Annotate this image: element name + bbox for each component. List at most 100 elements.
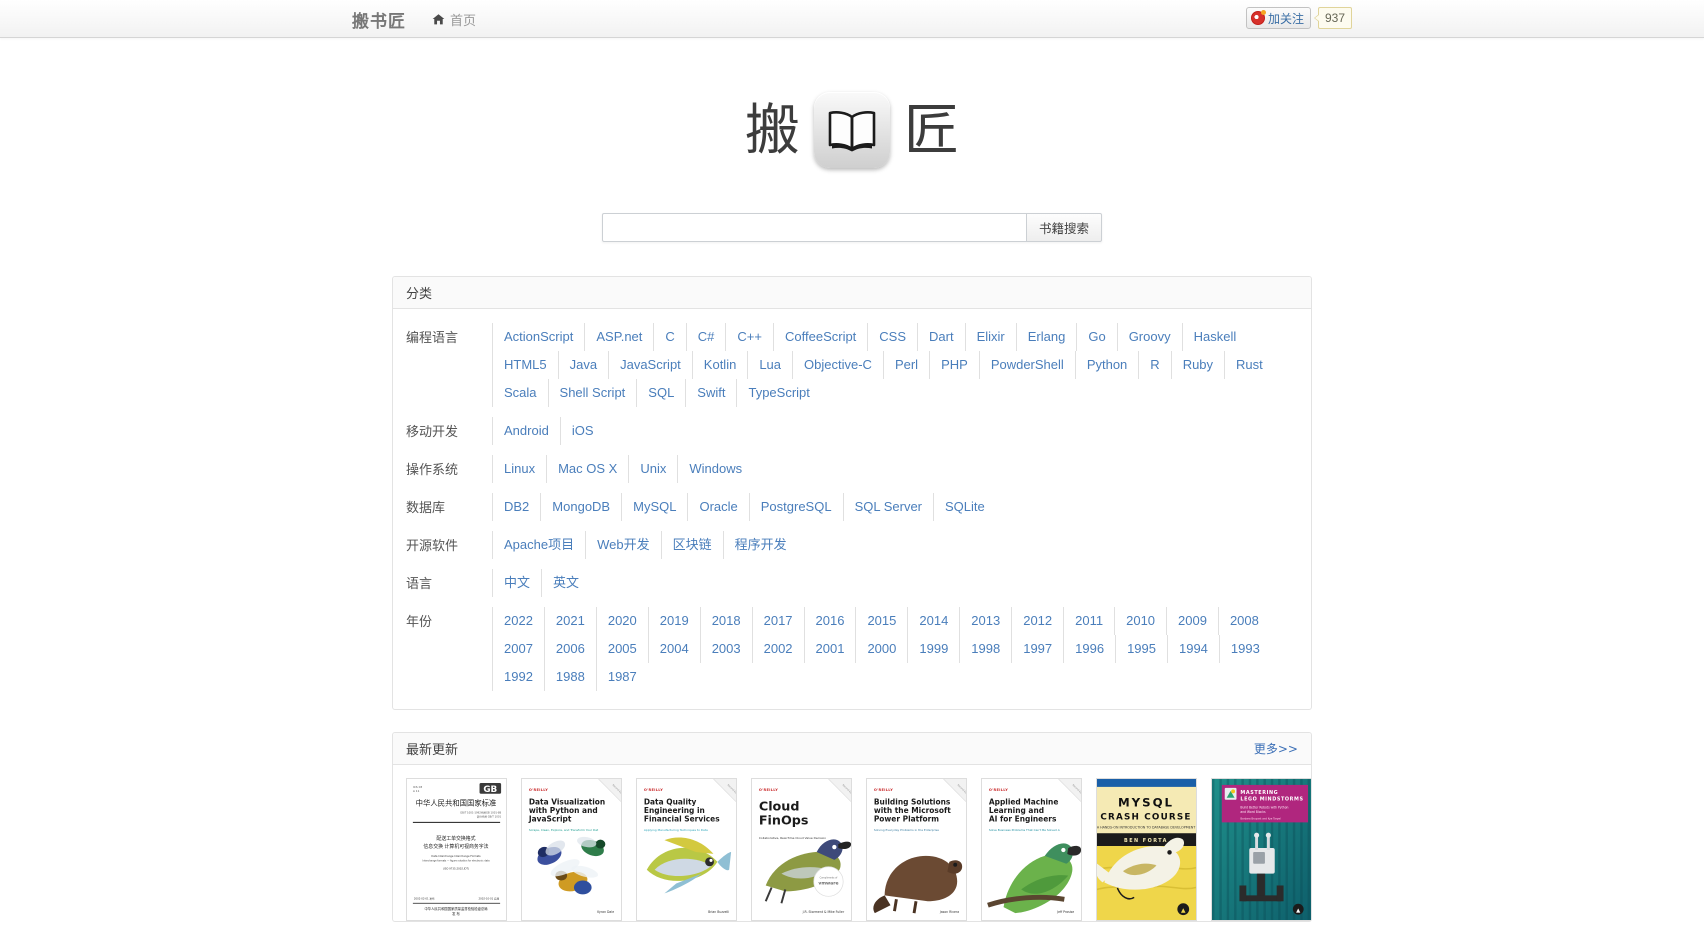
book-cover[interactable]: MASTERING LEGO MINDSTORMS Build Better R… [1211,778,1311,921]
nav-item-home[interactable]: 首页 [432,10,476,29]
category-link[interactable]: ASP.net [584,323,653,351]
category-link[interactable]: MongoDB [540,493,621,521]
weibo-follow-button[interactable]: 加关注 [1245,7,1311,29]
category-link[interactable]: 英文 [541,569,590,597]
category-link[interactable]: 2016 [803,607,856,635]
category-link[interactable]: 2008 [1217,607,1270,635]
category-link[interactable]: PostgreSQL [748,493,843,521]
category-link[interactable]: Scala [492,379,548,407]
category-link[interactable]: Perl [882,351,929,379]
category-link[interactable]: C [653,323,685,351]
category-link[interactable]: Unix [628,455,677,483]
category-link[interactable]: 2018 [699,607,752,635]
category-link[interactable]: SQLite [933,493,996,521]
category-link[interactable]: Groovy [1116,323,1182,351]
latest-updates-more-link[interactable]: 更多>> [1254,740,1298,757]
category-link[interactable]: Swift [685,379,736,407]
category-link[interactable]: 1994 [1166,635,1219,663]
category-link[interactable]: 2010 [1114,607,1166,635]
book-cover[interactable]: O'REILLY Second Edition Building Solutio… [866,778,967,921]
category-link[interactable]: 2000 [855,635,907,663]
category-link[interactable]: SQL Server [842,493,933,521]
category-link[interactable]: 2015 [855,607,907,635]
category-link[interactable]: 2011 [1063,607,1114,635]
category-link[interactable]: 2007 [492,635,544,663]
category-link[interactable]: Android [492,417,560,445]
category-link[interactable]: 2006 [543,635,596,663]
category-link[interactable]: HTML5 [492,351,558,379]
book-cover[interactable]: O'REILLY Second Edition Data Visualizati… [521,778,622,921]
category-link[interactable]: R [1138,351,1170,379]
category-link[interactable]: 程序开发 [722,531,798,559]
category-link[interactable]: Erlang [1015,323,1077,351]
category-link[interactable]: 2014 [907,607,959,635]
category-link[interactable]: JavaScript [608,351,692,379]
category-link[interactable]: 1987 [595,663,648,691]
category-link[interactable]: Java [557,351,608,379]
category-link[interactable]: 1992 [492,663,544,691]
category-link[interactable]: Elixir [964,323,1016,351]
category-link[interactable]: 2020 [595,607,648,635]
book-cover[interactable]: ICS 03 A 11 GB 中华人民共和国国家标准 GB/T 1001-199… [406,778,507,921]
category-link[interactable]: 2013 [959,607,1011,635]
category-link[interactable]: CSS [867,323,917,351]
weibo-follow-widget[interactable]: 加关注 937 [1245,7,1352,29]
category-link[interactable]: Lua [747,351,792,379]
category-link[interactable]: 1999 [907,635,959,663]
category-link[interactable]: 2019 [647,607,700,635]
category-link[interactable]: Windows [677,455,753,483]
book-cover[interactable]: O'REILLY Second Edition Applied MachineL… [981,778,1082,921]
category-link[interactable]: 区块链 [660,531,723,559]
category-link[interactable]: 1998 [959,635,1011,663]
book-cover[interactable]: O'REILLY Second Edition CloudFinOps Coll… [751,778,852,921]
category-link[interactable]: TypeScript [736,379,820,407]
book-cover[interactable]: MYSQL CRASH COURSE A HANDS-ON INTRODUCTI… [1096,778,1197,921]
category-link[interactable]: ActionScript [492,323,584,351]
category-link[interactable]: CoffeeScript [773,323,867,351]
category-link[interactable]: Kotlin [691,351,748,379]
book-cover[interactable]: O'REILLY Second Edition Data QualityEngi… [636,778,737,921]
category-link[interactable]: iOS [559,417,605,445]
category-link[interactable]: C# [685,323,726,351]
category-link[interactable]: 2012 [1011,607,1063,635]
site-logo[interactable]: 搬 匠 [0,92,1704,168]
category-link[interactable]: Oracle [687,493,748,521]
category-link[interactable]: 2022 [492,607,544,635]
category-row-label: 编程语言 [406,331,459,346]
category-link[interactable]: Mac OS X [546,455,628,483]
category-link[interactable]: Go [1076,323,1116,351]
category-link[interactable]: Haskell [1181,323,1248,351]
category-link[interactable]: Apache项目 [492,531,585,559]
category-link[interactable]: Dart [917,323,965,351]
category-link[interactable]: 2004 [647,635,700,663]
category-link[interactable]: Ruby [1170,351,1224,379]
category-link[interactable]: SQL [636,379,685,407]
category-link[interactable]: 2021 [543,607,596,635]
category-link[interactable]: Shell Script [547,379,637,407]
category-link[interactable]: MySQL [621,493,687,521]
category-link[interactable]: Python [1074,351,1138,379]
site-brand[interactable]: 搬书匠 [352,7,406,32]
category-link[interactable]: Rust [1224,351,1274,379]
category-link[interactable]: C++ [725,323,773,351]
category-link[interactable]: 1993 [1218,635,1271,663]
category-link[interactable]: 1995 [1115,635,1167,663]
category-link[interactable]: PowderShell [978,351,1075,379]
search-input[interactable] [602,213,1026,242]
category-link[interactable]: 2017 [751,607,804,635]
category-link[interactable]: 1997 [1011,635,1063,663]
category-link[interactable]: Objective-C [792,351,883,379]
category-link[interactable]: Linux [492,455,546,483]
category-link[interactable]: 2001 [803,635,856,663]
category-link[interactable]: 1996 [1063,635,1115,663]
category-link[interactable]: 2003 [699,635,752,663]
category-link[interactable]: 2002 [751,635,804,663]
category-link[interactable]: 2009 [1166,607,1218,635]
category-link[interactable]: 1988 [543,663,596,691]
category-link[interactable]: DB2 [492,493,540,521]
search-button[interactable]: 书籍搜索 [1025,213,1102,242]
category-link[interactable]: PHP [929,351,979,379]
category-link[interactable]: 2005 [595,635,648,663]
category-link[interactable]: Web开发 [585,531,661,559]
category-link[interactable]: 中文 [492,569,541,597]
